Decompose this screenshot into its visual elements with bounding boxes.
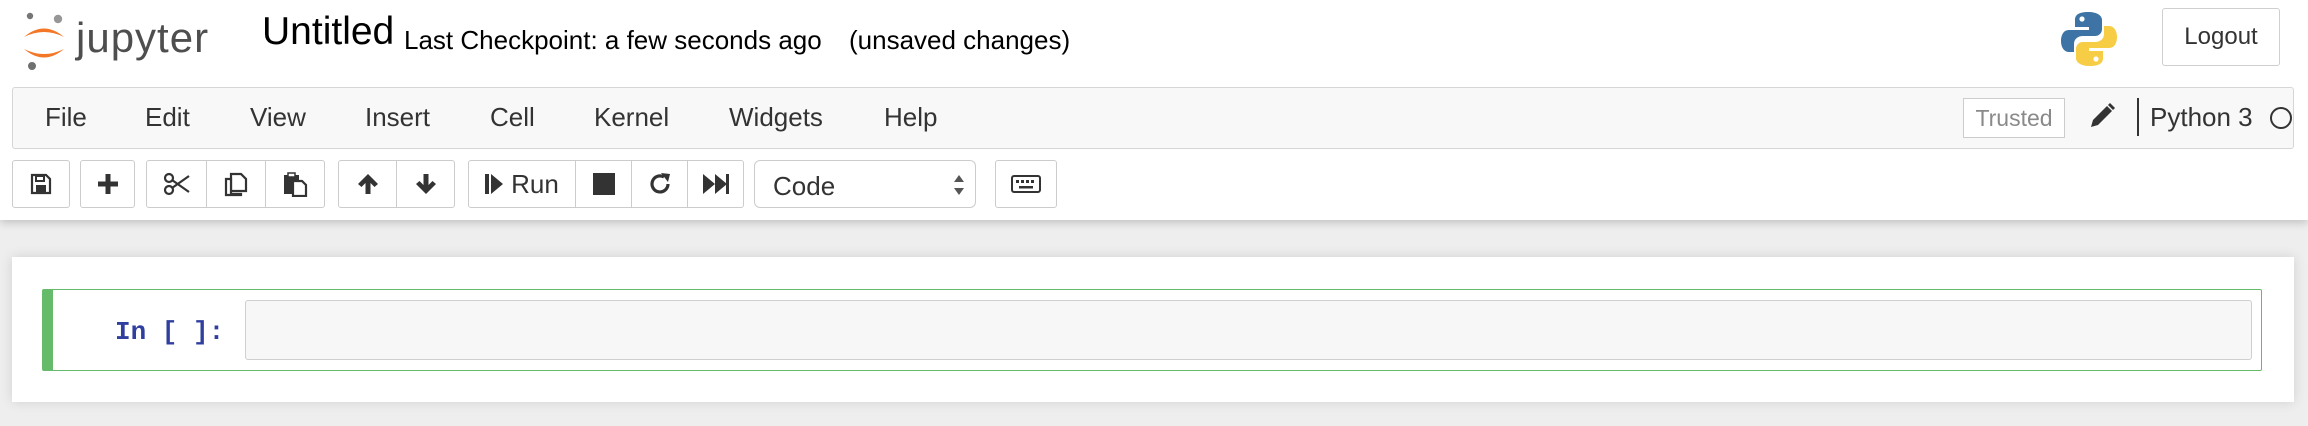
move-down-button[interactable] <box>396 160 455 208</box>
toolbar-group-insert <box>80 160 135 208</box>
paste-icon <box>284 172 308 197</box>
save-button[interactable] <box>12 160 70 208</box>
copy-icon <box>224 172 248 197</box>
run-label: Run <box>511 168 559 199</box>
kernel-idle-indicator-icon <box>2270 107 2292 129</box>
toolbar-group-keyboard <box>995 160 1057 208</box>
notebook-name[interactable]: Untitled <box>262 10 394 54</box>
insert-cell-button[interactable] <box>80 160 135 208</box>
cell-type-select[interactable]: Code <box>754 160 976 208</box>
cell-selection-bar <box>43 290 53 370</box>
select-arrows-icon <box>954 175 964 195</box>
restart-kernel-button[interactable] <box>631 160 688 208</box>
paste-button[interactable] <box>265 160 325 208</box>
toolbar-group-move <box>338 160 455 208</box>
plus-icon <box>97 174 118 194</box>
restart-icon <box>649 173 670 194</box>
toolbar-group-run: Run <box>468 160 744 208</box>
kernel-name: Python 3 <box>2150 102 2253 132</box>
interrupt-kernel-button[interactable] <box>575 160 632 208</box>
menu-widgets[interactable]: Widgets <box>729 102 823 133</box>
logout-button[interactable]: Logout <box>2162 8 2280 66</box>
command-palette-button[interactable] <box>995 160 1057 208</box>
input-prompt: In [ ]: <box>115 317 225 347</box>
run-button[interactable]: Run <box>468 160 576 208</box>
toolbar-group-save <box>12 160 70 208</box>
fast-forward-icon <box>702 174 729 194</box>
toolbar-group-clipboard <box>146 160 325 208</box>
arrow-down-icon <box>415 174 436 194</box>
menu-file[interactable]: File <box>45 102 87 133</box>
code-editor-input[interactable] <box>245 300 2252 360</box>
menu-help[interactable]: Help <box>884 102 937 133</box>
stop-icon <box>592 173 615 195</box>
checkpoint-status: Last Checkpoint: a few seconds ago <box>404 25 822 55</box>
step-forward-icon <box>485 174 504 194</box>
trusted-badge[interactable]: Trusted <box>1963 98 2065 138</box>
menu-kernel[interactable]: Kernel <box>594 102 669 133</box>
cut-button[interactable] <box>146 160 207 208</box>
arrow-up-icon <box>357 174 378 194</box>
header: jupyter Untitled Last Checkpoint: a few … <box>0 0 2308 220</box>
menu-view[interactable]: View <box>250 102 306 133</box>
kernel-divider <box>2137 98 2139 136</box>
pencil-icon[interactable] <box>2087 101 2117 131</box>
menu-insert[interactable]: Insert <box>365 102 430 133</box>
code-cell[interactable]: In [ ]: <box>42 289 2262 371</box>
move-up-button[interactable] <box>338 160 397 208</box>
save-icon <box>30 173 52 195</box>
copy-button[interactable] <box>206 160 266 208</box>
autosave-status: (unsaved changes) <box>849 25 1071 55</box>
cell-type-value: Code <box>773 171 836 201</box>
jupyter-logo[interactable]: jupyter <box>20 10 240 72</box>
logo-wordmark: jupyter <box>76 14 210 61</box>
menu-edit[interactable]: Edit <box>145 102 190 133</box>
menu-cell[interactable]: Cell <box>490 102 535 133</box>
python-logo-icon <box>2061 12 2117 66</box>
cut-icon <box>163 172 190 196</box>
restart-run-all-button[interactable] <box>687 160 744 208</box>
menubar: File Edit View Insert Cell Kernel Widget… <box>12 87 2294 149</box>
keyboard-icon <box>1011 175 1041 193</box>
jupyter-logo-icon <box>24 12 64 70</box>
notebook-container: In [ ]: <box>12 257 2294 402</box>
